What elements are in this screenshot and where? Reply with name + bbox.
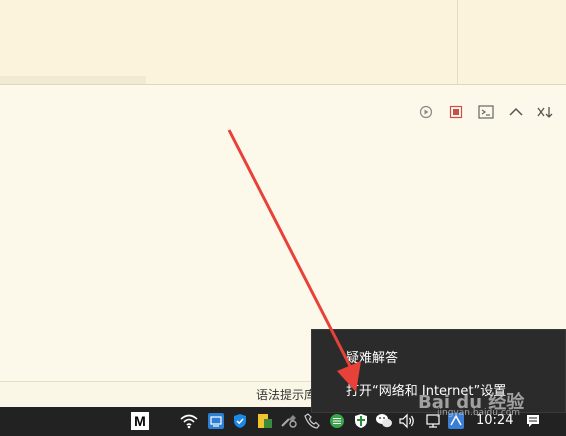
m-app-icon[interactable]: M <box>131 412 149 430</box>
notes-app-icon[interactable] <box>256 412 274 430</box>
status-hint-text: 语法提示库 <box>256 388 317 402</box>
security-shield-icon[interactable] <box>352 412 370 430</box>
top-tab-strip <box>0 76 146 84</box>
green-app-icon[interactable] <box>328 412 346 430</box>
baidu-watermark-url: jingyan.baidu.com <box>437 408 521 418</box>
terminal-icon[interactable] <box>475 101 497 123</box>
editor-toolbar <box>415 101 565 123</box>
m-app-label: M <box>134 413 146 429</box>
sort-down-icon[interactable] <box>535 101 557 123</box>
phone-icon[interactable] <box>303 412 321 430</box>
tools-icon[interactable] <box>280 412 298 430</box>
chevron-up-icon[interactable] <box>505 101 527 123</box>
network-app-icon[interactable] <box>207 412 225 430</box>
stop-icon[interactable] <box>445 101 467 123</box>
notification-center-icon[interactable] <box>524 412 542 430</box>
wechat-icon[interactable] <box>375 412 393 430</box>
volume-icon[interactable] <box>398 412 416 430</box>
shield-icon[interactable] <box>231 412 249 430</box>
run-icon[interactable] <box>415 101 437 123</box>
menu-item-troubleshoot[interactable]: 疑难解答 <box>346 347 398 366</box>
wifi-icon[interactable] <box>180 412 198 430</box>
top-right-panel <box>457 0 566 84</box>
